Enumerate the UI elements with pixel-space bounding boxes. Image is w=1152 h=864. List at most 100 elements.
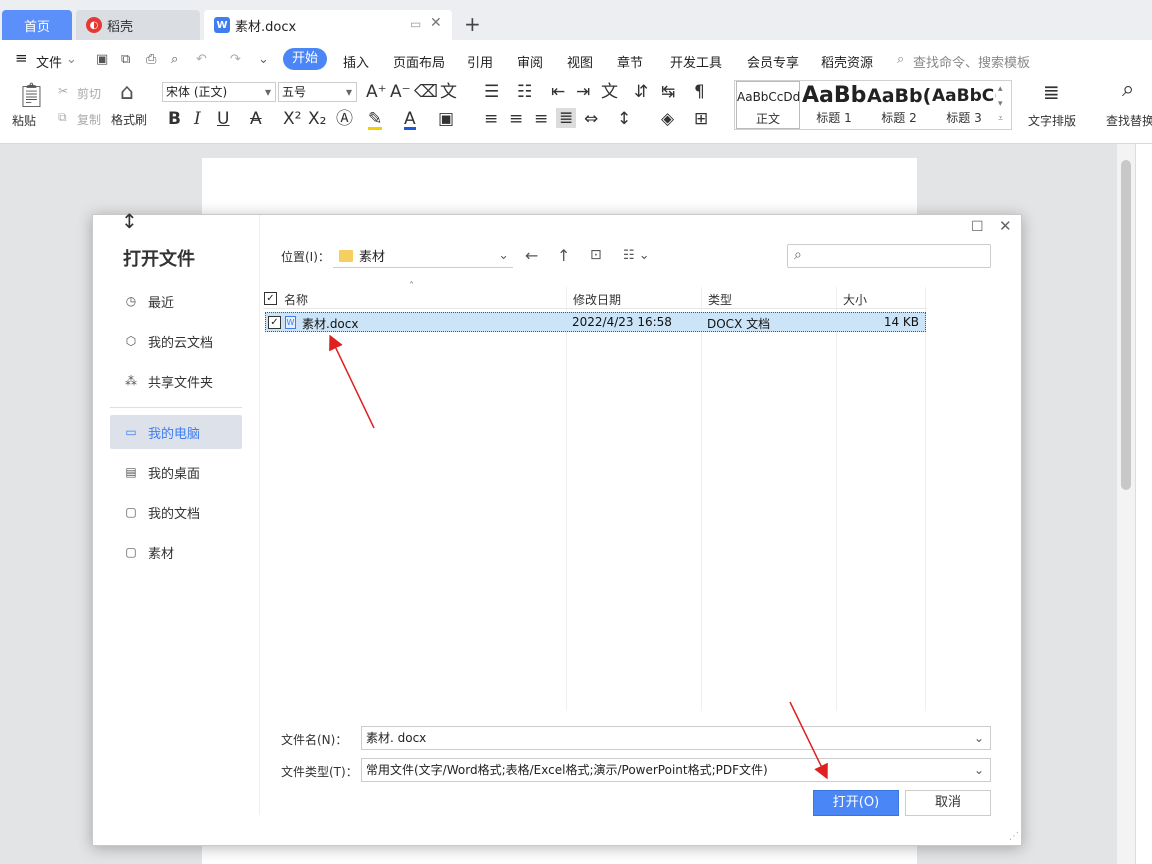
show-marks-icon[interactable]: ¶ (694, 84, 705, 101)
filetype-chevron-icon[interactable]: ⌄ (974, 759, 984, 781)
nav-recent[interactable]: ◷ 最近 (110, 284, 242, 318)
maximize-dialog-icon[interactable]: ☐ (971, 219, 984, 235)
format-painter-icon[interactable]: ⌂ (120, 80, 134, 105)
text-layout-button[interactable]: 文字排版 (1028, 112, 1076, 129)
increase-font-icon[interactable]: A⁺ (366, 84, 387, 101)
align-right-icon[interactable]: ≡ (534, 111, 548, 128)
underline-icon[interactable]: U (217, 111, 229, 128)
tab-home[interactable]: 首页 (2, 10, 72, 40)
superscript-icon[interactable]: X² (283, 111, 301, 128)
undo-icon[interactable]: ↶ (196, 52, 207, 67)
decrease-indent-icon[interactable]: ⇤ (551, 84, 565, 101)
export-pdf-icon[interactable]: ⧉ (121, 52, 130, 67)
menu-developer-tab[interactable]: 开发工具 (670, 52, 722, 71)
open-button[interactable]: 打开(O) (813, 790, 899, 816)
menu-view-tab[interactable]: 视图 (567, 52, 593, 71)
nav-my-computer[interactable]: ▭ 我的电脑 (110, 415, 242, 449)
view-mode-icon[interactable]: ☷ ⌄ (623, 248, 650, 263)
menu-references-tab[interactable]: 引用 (467, 52, 493, 71)
bold-icon[interactable]: B (168, 111, 181, 128)
numbered-list-icon[interactable]: ☷ (517, 84, 532, 101)
justify-icon[interactable]: ≣ (556, 108, 577, 128)
menu-review-tab[interactable]: 审阅 (517, 52, 543, 71)
column-type-header[interactable]: 类型 (708, 291, 732, 308)
file-search-input[interactable]: ⌕ (787, 244, 991, 268)
chinese-layout-icon[interactable]: 文 (601, 84, 618, 101)
style-heading-2[interactable]: AaBb( 标题 2 (867, 81, 931, 129)
up-arrow-icon[interactable]: ↑ (557, 246, 570, 265)
file-row[interactable]: ✓ W 素材.docx 2022/4/23 16:58 DOCX 文档 14 K… (265, 312, 926, 332)
italic-icon[interactable]: I (194, 111, 201, 128)
line-spacing-icon[interactable]: ↕ (617, 111, 631, 128)
subscript-icon[interactable]: X₂ (308, 111, 326, 128)
text-direction-icon[interactable]: ⇵ (634, 84, 648, 101)
sort-icon[interactable]: ↹ (661, 84, 675, 101)
filename-input[interactable]: 素材. docx ⌄ (361, 726, 991, 750)
column-modified-header[interactable]: 修改日期 (573, 291, 621, 308)
print-icon[interactable]: ⎙ (146, 52, 156, 67)
column-name-header[interactable]: 名称 (284, 291, 308, 308)
bullet-list-icon[interactable]: ☰ (484, 84, 499, 101)
style-normal[interactable]: AaBbCcDd 正文 (736, 81, 800, 129)
text-effect-icon[interactable]: Ⓐ (336, 111, 353, 128)
back-arrow-icon[interactable]: ← (525, 246, 538, 265)
column-size-header[interactable]: 大小 (843, 291, 867, 308)
font-size-select[interactable]: 五号 ▾ (278, 82, 357, 102)
align-left-icon[interactable]: ≡ (484, 111, 498, 128)
borders-icon[interactable]: ⊞ (694, 111, 708, 128)
menu-member-tab[interactable]: 会员专享 (747, 52, 799, 71)
menu-layout-tab[interactable]: 页面布局 (393, 52, 445, 71)
text-layout-icon[interactable]: ≣ (1043, 82, 1060, 102)
tab-daoke[interactable]: ◐ 稻壳 (76, 10, 200, 40)
pin-window-icon[interactable]: ▭ (410, 17, 421, 31)
format-painter-button[interactable]: 格式刷 (111, 111, 147, 128)
select-all-checkbox[interactable]: ✓ (264, 292, 277, 305)
shading-icon[interactable]: ◈ (661, 111, 674, 128)
font-name-select[interactable]: 宋体 (正文) ▾ (162, 82, 276, 102)
highlight-icon[interactable]: ✎ (368, 111, 383, 130)
new-tab-button[interactable]: + (464, 12, 481, 36)
new-folder-icon[interactable]: ⊡ (590, 247, 602, 263)
tab-document[interactable]: W 素材.docx ▭ ✕ (204, 10, 452, 40)
strikethrough-icon[interactable]: A (250, 111, 262, 128)
nav-my-desktop[interactable]: ▤ 我的桌面 (110, 455, 242, 489)
increase-indent-icon[interactable]: ⇥ (576, 84, 590, 101)
style-heading-1[interactable]: AaBb 标题 1 (802, 81, 866, 129)
distribute-icon[interactable]: ⇔ (584, 111, 598, 128)
find-replace-button[interactable]: 查找替换 (1106, 112, 1152, 129)
resize-grip-icon[interactable]: ⋰ (1009, 831, 1019, 842)
find-icon[interactable]: ⌕ (1122, 79, 1134, 101)
nav-sucai-folder[interactable]: ▢ 素材 (110, 535, 242, 569)
file-menu-chevron-icon[interactable]: ⌄ (66, 52, 77, 67)
paste-icon[interactable]: 📋︎ (16, 82, 46, 108)
paste-button[interactable]: 粘贴 (12, 112, 36, 129)
nav-my-documents[interactable]: ▢ 我的文档 (110, 495, 242, 529)
redo-icon[interactable]: ↷ (230, 52, 241, 67)
file-menu[interactable]: 文件 (36, 52, 62, 71)
location-select[interactable]: 素材 ⌄ (333, 244, 513, 268)
save-icon[interactable]: ▣ (96, 52, 108, 67)
print-preview-icon[interactable]: ⌕ (171, 52, 178, 67)
nav-shared-folder[interactable]: ⁂ 共享文件夹 (110, 364, 242, 398)
char-border-icon[interactable]: ▣ (438, 111, 454, 128)
cut-button[interactable]: 剪切 (77, 85, 101, 102)
quick-access-more-icon[interactable]: ⌄ (258, 52, 269, 67)
file-row-checkbox[interactable]: ✓ (268, 316, 281, 329)
document-scrollbar-thumb[interactable] (1121, 160, 1131, 490)
nav-cloud-docs[interactable]: ⬡ 我的云文档 (110, 324, 242, 358)
close-tab-icon[interactable]: ✕ (430, 15, 442, 31)
copy-button[interactable]: 复制 (77, 111, 101, 128)
font-color-icon[interactable]: A (404, 111, 416, 130)
phonetic-guide-icon[interactable]: 文 (440, 84, 457, 101)
menu-insert-tab[interactable]: 插入 (343, 52, 369, 71)
filename-chevron-icon[interactable]: ⌄ (974, 727, 984, 749)
style-gallery-scroll-icon[interactable]: ▴ ▾ ⩡ (998, 82, 1003, 127)
align-center-icon[interactable]: ≡ (509, 111, 523, 128)
hamburger-menu-icon[interactable]: ≡ (15, 49, 28, 67)
decrease-font-icon[interactable]: A⁻ (390, 84, 411, 101)
cancel-button[interactable]: 取消 (905, 790, 991, 816)
command-search-field[interactable]: 查找命令、搜索模板 (913, 52, 1030, 71)
menu-chapter-tab[interactable]: 章节 (617, 52, 643, 71)
style-heading-3[interactable]: AaBbC( 标题 3 (932, 81, 996, 129)
menu-daoke-resources-tab[interactable]: 稻壳资源 (821, 52, 873, 71)
